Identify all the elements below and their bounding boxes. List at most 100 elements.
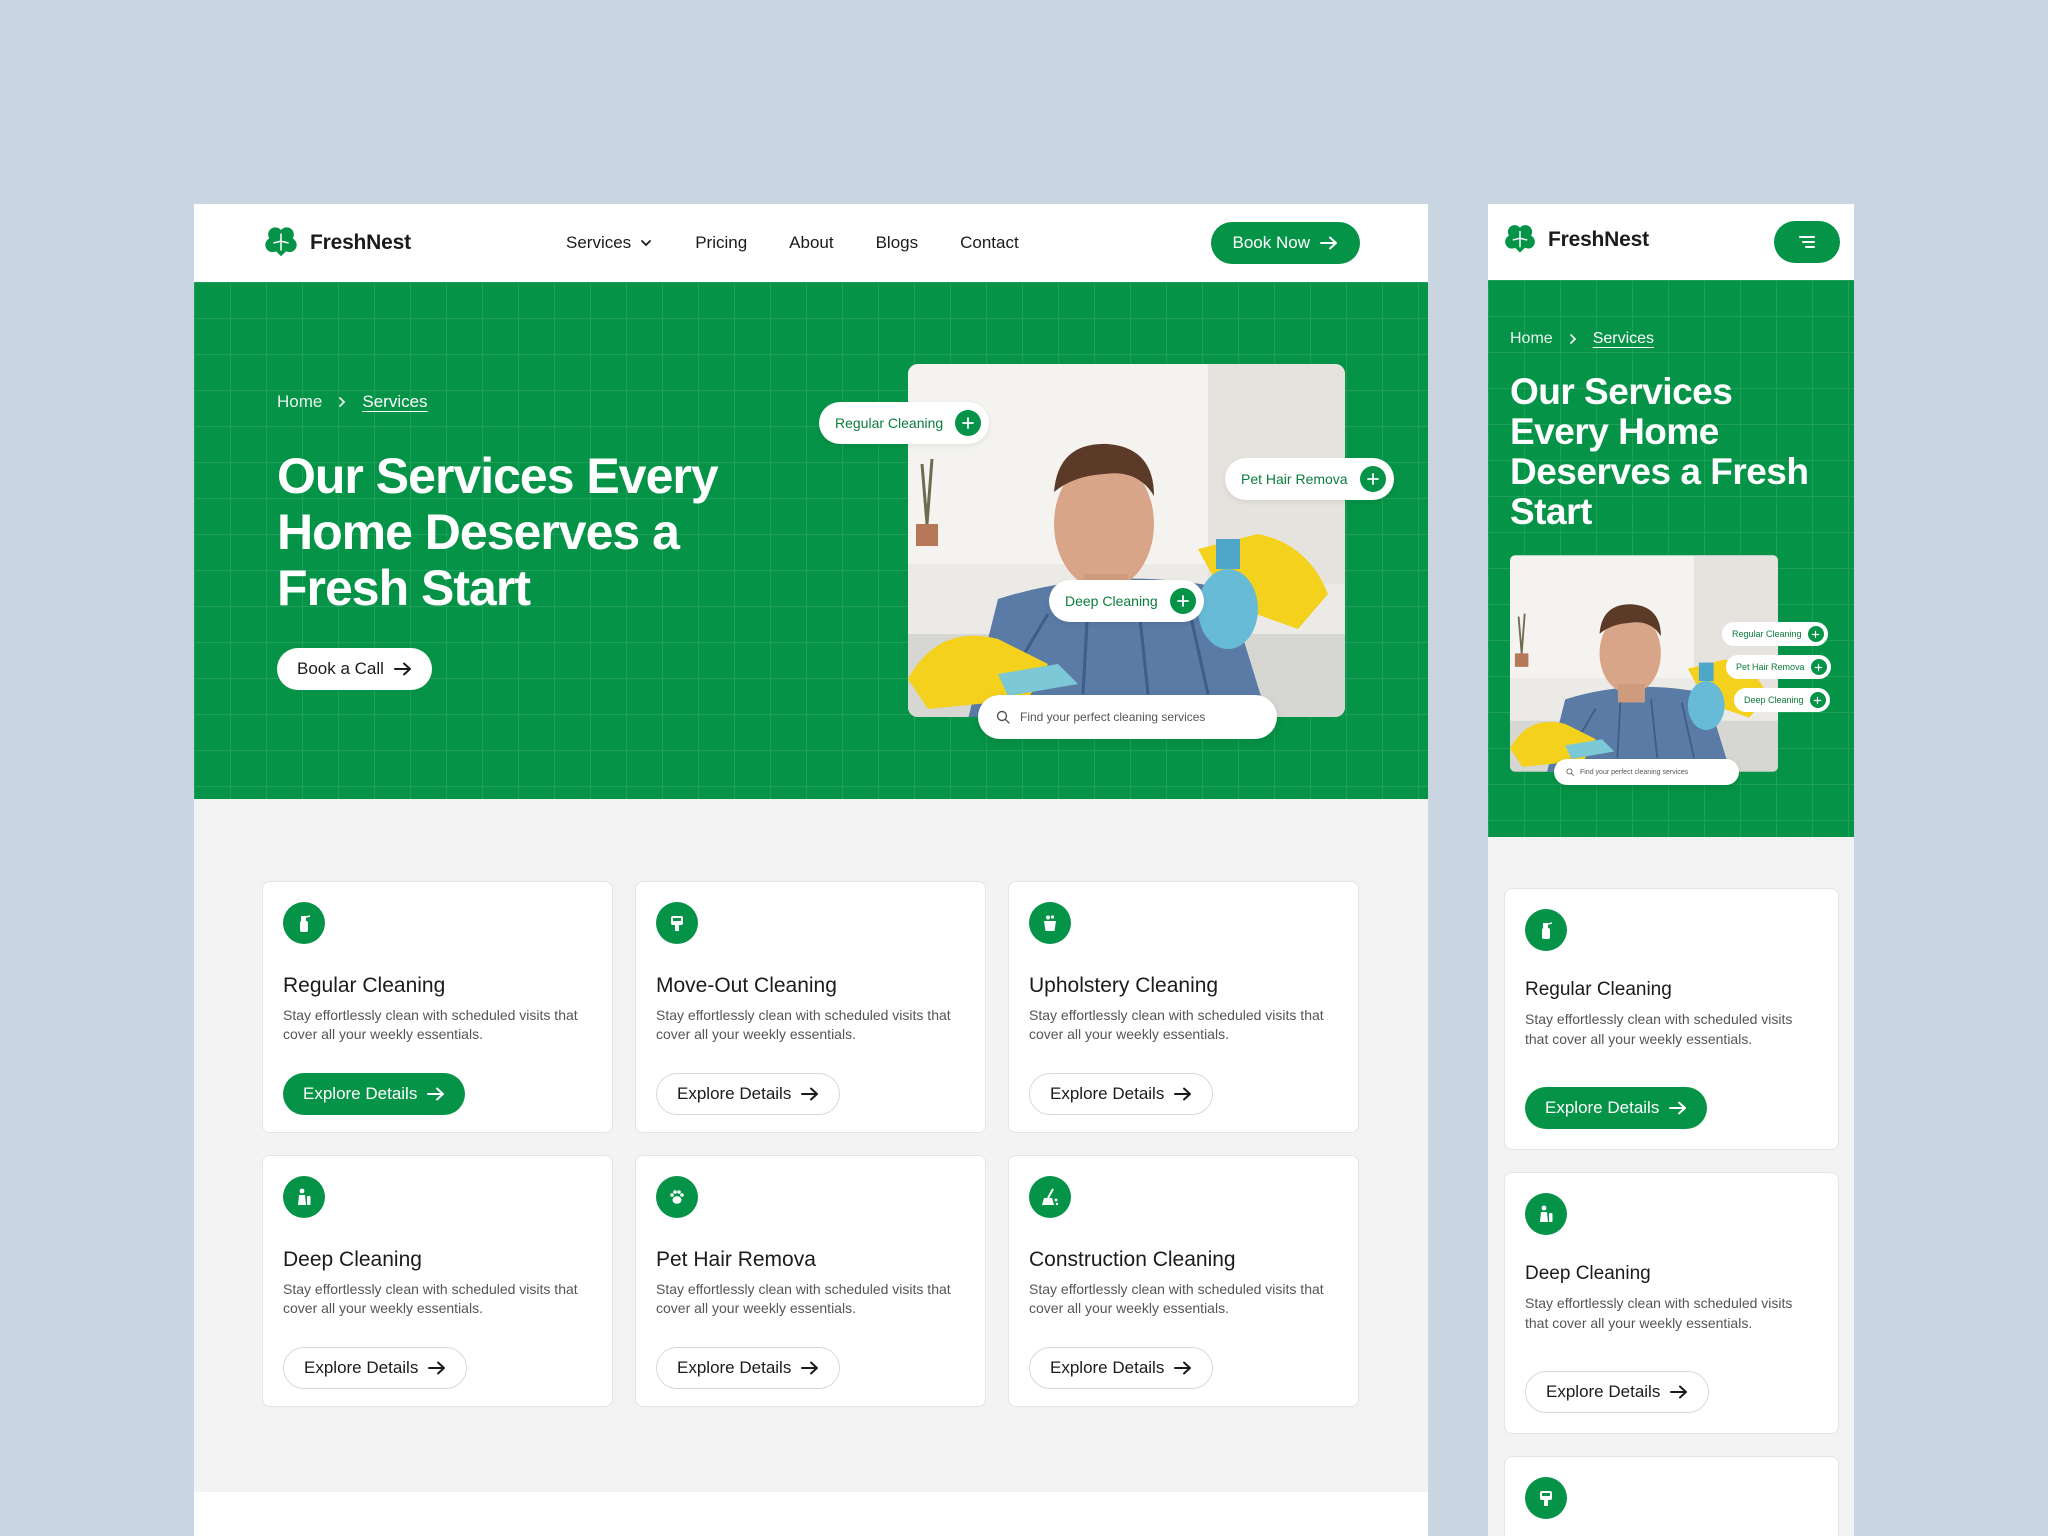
- explore-details-button[interactable]: Explore Details: [1525, 1087, 1708, 1129]
- logo[interactable]: FreshNest: [1502, 222, 1649, 258]
- search-placeholder: Find your perfect cleaning services: [1580, 768, 1689, 776]
- plus-icon: [955, 410, 982, 436]
- explore-label: Explore Details: [677, 1358, 792, 1377]
- nav-item-pricing[interactable]: Pricing: [695, 233, 747, 253]
- plus-icon: [1807, 626, 1824, 642]
- arrow-right-icon: [1174, 1087, 1192, 1101]
- nav-item-label: Services: [566, 233, 632, 252]
- explore-label: Explore Details: [304, 1358, 419, 1377]
- breadcrumb-home[interactable]: Home: [277, 392, 322, 412]
- service-description: Stay effortlessly clean with scheduled v…: [656, 1281, 951, 1316]
- service-title: Pet Hair Remova: [656, 1248, 816, 1271]
- spray-bottle-icon: [283, 902, 325, 944]
- service-card-construction-cleaning: Construction Cleaning Stay effortlessly …: [1008, 1155, 1359, 1407]
- arrow-right-icon: [394, 662, 412, 676]
- tag-label: Regular Cleaning: [835, 415, 944, 431]
- tag-label: Deep Cleaning: [1065, 593, 1158, 609]
- clover-logo-icon: [262, 224, 300, 262]
- chevron-down-icon: [639, 236, 653, 250]
- explore-details-button[interactable]: Explore Details: [1029, 1347, 1214, 1389]
- service-card-upholstery-cleaning: Upholstery Cleaning Stay effortlessly cl…: [1008, 881, 1359, 1133]
- nav-item-blogs[interactable]: Blogs: [876, 233, 919, 253]
- mobile-hero-section: Home Services Our Services Every Home De…: [1488, 280, 1854, 837]
- tag-label: Pet Hair Remova: [1241, 471, 1348, 487]
- explore-details-button[interactable]: Explore Details: [1029, 1073, 1214, 1115]
- page-title: Our Services Every Home Deserves a Fresh…: [1510, 371, 1809, 532]
- broom-icon: [1029, 1176, 1071, 1218]
- breadcrumb-current[interactable]: Services: [1593, 330, 1654, 348]
- service-description: Stay effortlessly clean with scheduled v…: [1029, 1281, 1324, 1316]
- nav-item-about[interactable]: About: [789, 233, 833, 253]
- breadcrumb-home[interactable]: Home: [1510, 330, 1553, 348]
- tag-label: Pet Hair Remova: [1736, 662, 1805, 672]
- nav-item-services[interactable]: Services: [566, 233, 653, 253]
- service-search-input[interactable]: Find your perfect cleaning services: [978, 695, 1277, 739]
- brand-name: FreshNest: [1548, 228, 1649, 251]
- desktop-page: FreshNest Services Pricing About Blogs C…: [194, 204, 1428, 1536]
- service-card-move-out-cleaning: [1504, 1456, 1839, 1536]
- tag-deep-cleaning[interactable]: Deep Cleaning: [1734, 688, 1830, 712]
- service-card-regular-cleaning: Regular Cleaning Stay effortlessly clean…: [1504, 888, 1839, 1150]
- cleaning-machine-icon: [1525, 1477, 1567, 1519]
- explore-label: Explore Details: [1050, 1358, 1165, 1377]
- nav-item-label: About: [789, 233, 834, 252]
- nav-item-contact[interactable]: Contact: [960, 233, 1019, 253]
- tag-label: Regular Cleaning: [1732, 629, 1802, 639]
- service-card-deep-cleaning: Deep Cleaning Stay effortlessly clean wi…: [262, 1155, 613, 1407]
- service-description: Stay effortlessly clean with scheduled v…: [656, 1007, 951, 1042]
- explore-label: Explore Details: [303, 1084, 418, 1103]
- explore-details-button[interactable]: Explore Details: [656, 1073, 841, 1115]
- arrow-right-icon: [801, 1087, 819, 1101]
- tag-pet-hair-removal[interactable]: Pet Hair Remova: [1225, 458, 1394, 500]
- explore-label: Explore Details: [677, 1084, 792, 1103]
- breadcrumb: Home Services: [277, 392, 428, 412]
- menu-toggle-button[interactable]: [1774, 221, 1840, 263]
- book-a-call-button[interactable]: Book a Call: [277, 648, 432, 690]
- explore-label: Explore Details: [1545, 1098, 1660, 1117]
- services-grid: Regular Cleaning Stay effortlessly clean…: [262, 881, 1360, 1407]
- footer-strip: [194, 1492, 1428, 1536]
- search-icon: [1566, 768, 1574, 776]
- book-now-button[interactable]: Book Now: [1210, 222, 1360, 264]
- tag-pet-hair-removal[interactable]: Pet Hair Remova: [1726, 655, 1831, 679]
- service-description: Stay effortlessly clean with scheduled v…: [1029, 1007, 1324, 1042]
- nav-item-label: Pricing: [695, 233, 748, 252]
- page-title: Our Services Every Home Deserves a Fresh…: [277, 448, 719, 616]
- tag-regular-cleaning[interactable]: Regular Cleaning: [1722, 622, 1828, 646]
- nav-item-label: Blogs: [875, 233, 919, 252]
- tag-label: Deep Cleaning: [1744, 695, 1804, 705]
- search-icon: [996, 710, 1010, 724]
- plus-icon: [1359, 466, 1386, 492]
- mobile-navbar: FreshNest: [1488, 204, 1854, 280]
- service-description: Stay effortlessly clean with scheduled v…: [283, 1007, 578, 1042]
- explore-label: Explore Details: [1546, 1382, 1661, 1401]
- spray-bottle-icon: [1525, 909, 1567, 951]
- explore-details-button[interactable]: Explore Details: [283, 1073, 466, 1115]
- explore-details-button[interactable]: Explore Details: [1525, 1371, 1710, 1413]
- arrow-right-icon: [801, 1361, 819, 1375]
- arrow-right-icon: [428, 1361, 446, 1375]
- tag-deep-cleaning[interactable]: Deep Cleaning: [1049, 580, 1204, 622]
- bucket-icon: [1029, 902, 1071, 944]
- service-card-regular-cleaning: Regular Cleaning Stay effortlessly clean…: [262, 881, 613, 1133]
- brand-name: FreshNest: [310, 231, 411, 254]
- explore-details-button[interactable]: Explore Details: [283, 1347, 468, 1389]
- breadcrumb-current[interactable]: Services: [362, 392, 427, 412]
- service-search-input[interactable]: Find your perfect cleaning services: [1554, 759, 1739, 785]
- service-title: Regular Cleaning: [283, 974, 446, 997]
- explore-details-button[interactable]: Explore Details: [656, 1347, 841, 1389]
- chevron-right-icon: [1567, 333, 1579, 345]
- service-title: Regular Cleaning: [1525, 979, 1672, 1000]
- clover-logo-icon: [1502, 222, 1538, 258]
- service-title: Move-Out Cleaning: [656, 974, 837, 997]
- arrow-right-icon: [427, 1087, 445, 1101]
- tag-regular-cleaning[interactable]: Regular Cleaning: [819, 402, 990, 444]
- arrow-right-icon: [1320, 236, 1338, 250]
- paw-icon: [656, 1176, 698, 1218]
- book-now-label: Book Now: [1232, 233, 1310, 252]
- arrow-right-icon: [1669, 1101, 1687, 1115]
- service-description: Stay effortlessly clean with scheduled v…: [1525, 1295, 1793, 1331]
- arrow-right-icon: [1174, 1361, 1192, 1375]
- service-card-deep-cleaning: Deep Cleaning Stay effortlessly clean wi…: [1504, 1172, 1839, 1434]
- logo[interactable]: FreshNest: [262, 224, 411, 262]
